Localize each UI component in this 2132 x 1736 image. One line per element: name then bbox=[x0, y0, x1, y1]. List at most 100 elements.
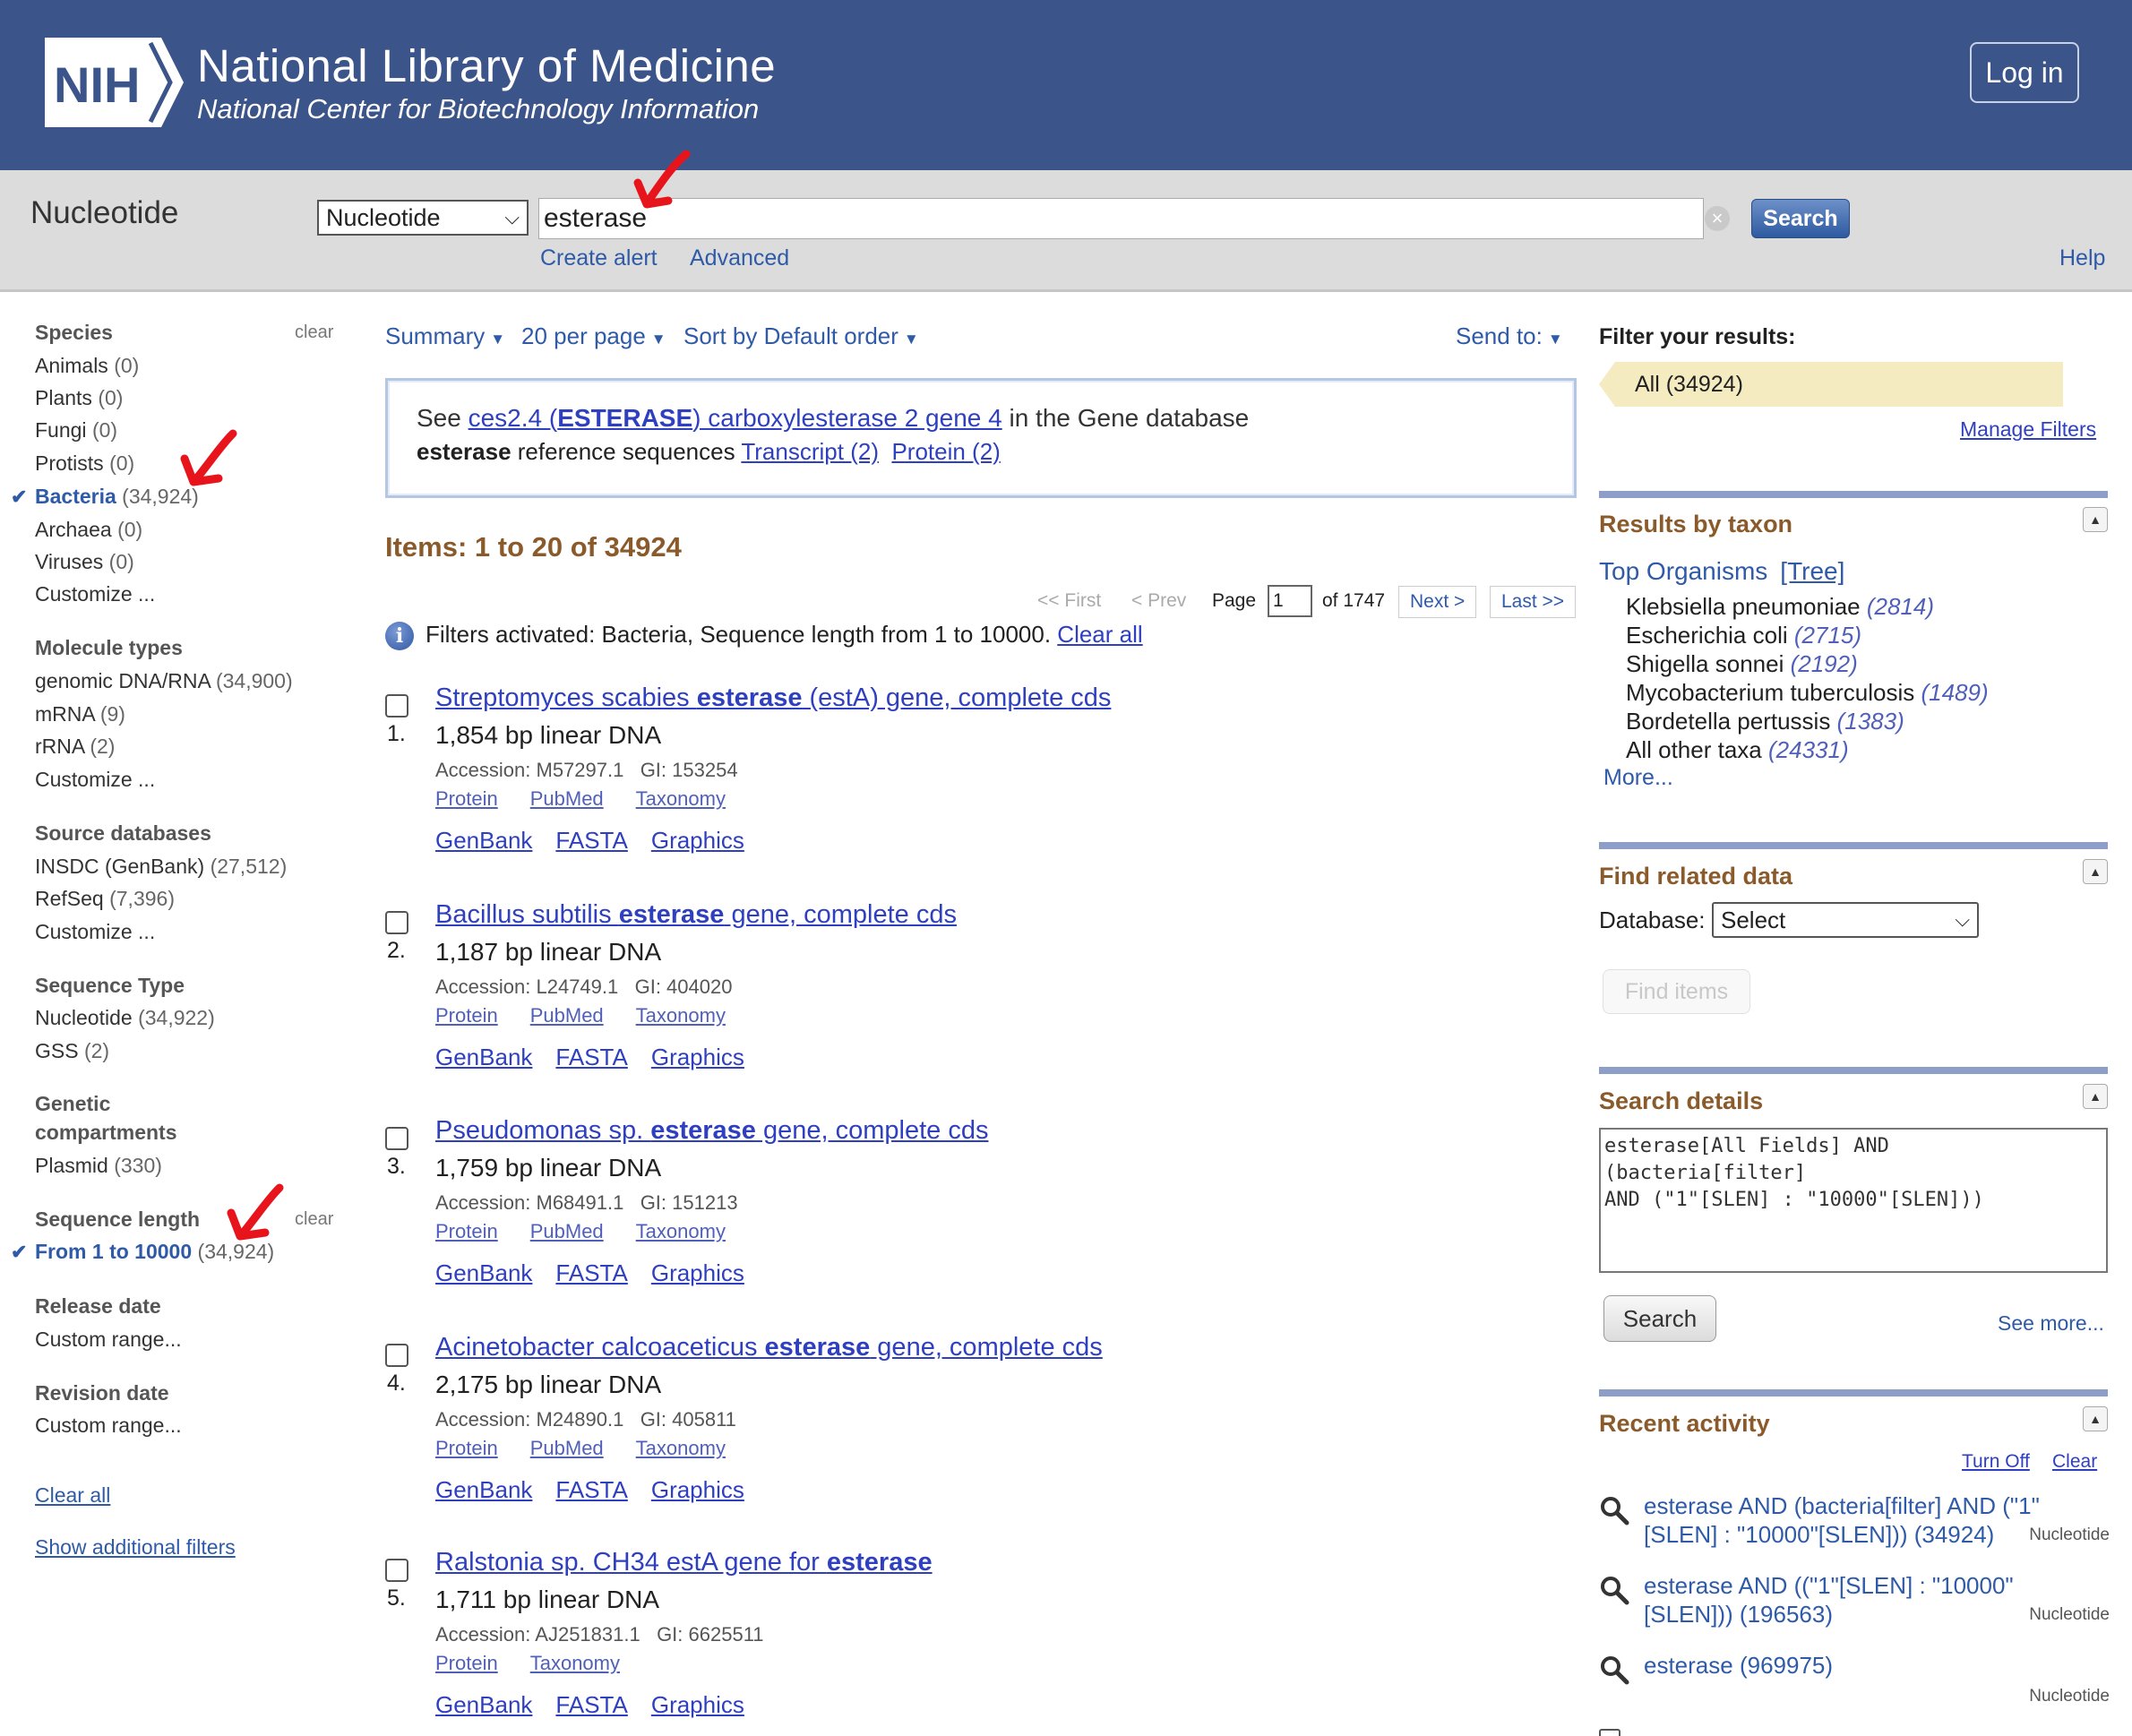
result-title-link[interactable]: Streptomyces scabies esterase (estA) gen… bbox=[435, 683, 1111, 713]
genbank-link[interactable]: GenBank bbox=[435, 1691, 532, 1718]
protein-link[interactable]: Protein bbox=[435, 787, 498, 810]
result-checkbox[interactable] bbox=[385, 911, 408, 934]
recent-activity-text[interactable]: esterase (969975) bbox=[1644, 1651, 2065, 1680]
recent-activity-item[interactable]: esterase AND (bacteria[filter] AND ("1"[… bbox=[1599, 1491, 2110, 1563]
login-button[interactable]: Log in bbox=[1970, 42, 2079, 103]
taxonomy-link[interactable]: Taxonomy bbox=[530, 1652, 620, 1674]
per-page-dropdown[interactable]: 20 per page ▼ bbox=[521, 322, 666, 350]
revision-date-custom[interactable]: Custom range... bbox=[35, 1414, 182, 1438]
species-customize[interactable]: Customize ... bbox=[35, 582, 155, 606]
species-archaea[interactable]: Archaea (0) bbox=[35, 518, 142, 542]
create-alert-link[interactable]: Create alert bbox=[540, 245, 658, 271]
genbank-link[interactable]: GenBank bbox=[435, 1044, 532, 1070]
pubmed-link[interactable]: PubMed bbox=[530, 1220, 604, 1242]
species-viruses[interactable]: Viruses (0) bbox=[35, 550, 134, 574]
turn-off-link[interactable]: Turn Off bbox=[1962, 1451, 2030, 1473]
taxonomy-link[interactable]: Taxonomy bbox=[636, 1220, 726, 1242]
taxonomy-link[interactable]: Taxonomy bbox=[636, 1004, 726, 1027]
result-title-link[interactable]: Bacillus subtilis esterase gene, complet… bbox=[435, 900, 957, 930]
clear-search-icon[interactable]: × bbox=[1705, 206, 1730, 231]
nih-logo[interactable]: NIH bbox=[45, 38, 184, 127]
molecule-genomic[interactable]: genomic DNA/RNA (34,900) bbox=[35, 669, 293, 693]
search-details-button[interactable]: Search bbox=[1603, 1295, 1716, 1342]
fasta-link[interactable]: FASTA bbox=[555, 1044, 627, 1070]
search-button[interactable]: Search bbox=[1751, 199, 1850, 238]
genbank-link[interactable]: GenBank bbox=[435, 1259, 532, 1286]
pubmed-link[interactable]: PubMed bbox=[530, 1004, 604, 1027]
page-number-input[interactable]: 1 bbox=[1268, 585, 1312, 617]
source-insdc[interactable]: INSDC (GenBank) (27,512) bbox=[35, 855, 287, 879]
molecule-mrna[interactable]: mRNA (9) bbox=[35, 702, 125, 726]
species-fungi[interactable]: Fungi (0) bbox=[35, 418, 117, 443]
collapse-icon[interactable]: ▲ bbox=[2083, 507, 2108, 532]
advanced-search-link[interactable]: Advanced bbox=[690, 245, 789, 271]
species-animals[interactable]: Animals (0) bbox=[35, 354, 139, 378]
collapse-icon[interactable]: ▲ bbox=[2083, 859, 2108, 884]
pubmed-link[interactable]: PubMed bbox=[530, 787, 604, 810]
format-summary-dropdown[interactable]: Summary ▼ bbox=[385, 322, 505, 350]
top-organisms-link[interactable]: Top Organisms bbox=[1599, 557, 1767, 585]
tree-link[interactable]: [Tree] bbox=[1780, 557, 1844, 585]
organism-item[interactable]: Bordetella pertussis (1383) bbox=[1626, 708, 1904, 735]
database-select[interactable]: Nucleotide ⌵ bbox=[317, 200, 529, 236]
species-bacteria-selected[interactable]: Bacteria (34,924) bbox=[35, 485, 199, 509]
collapse-icon[interactable]: ▲ bbox=[2083, 1406, 2108, 1431]
fasta-link[interactable]: FASTA bbox=[555, 1691, 627, 1718]
graphics-link[interactable]: Graphics bbox=[651, 827, 744, 854]
protein-link[interactable]: Protein bbox=[435, 1220, 498, 1242]
collapse-icon[interactable]: ▲ bbox=[2083, 1084, 2108, 1109]
graphics-link[interactable]: Graphics bbox=[651, 1259, 744, 1286]
find-items-button[interactable]: Find items bbox=[1603, 969, 1750, 1014]
graphics-link[interactable]: Graphics bbox=[651, 1476, 744, 1503]
result-title-link[interactable]: Pseudomonas sp. esterase gene, complete … bbox=[435, 1116, 988, 1146]
organism-item[interactable]: Klebsiella pneumoniae (2814) bbox=[1626, 593, 1934, 621]
result-checkbox[interactable] bbox=[385, 1344, 408, 1367]
filter-tab-all[interactable]: All (34924) bbox=[1599, 362, 2063, 407]
last-page-button[interactable]: Last >> bbox=[1490, 586, 1577, 618]
search-details-textarea[interactable]: esterase[All Fields] AND (bacteria[filte… bbox=[1599, 1128, 2108, 1273]
genbank-link[interactable]: GenBank bbox=[435, 827, 532, 854]
taxonomy-link[interactable]: Taxonomy bbox=[636, 787, 726, 810]
source-refseq[interactable]: RefSeq (7,396) bbox=[35, 887, 175, 911]
protein-link[interactable]: Protein bbox=[435, 1652, 498, 1674]
seqtype-nucleotide[interactable]: Nucleotide (34,922) bbox=[35, 1006, 215, 1030]
recent-activity-item[interactable]: esterase (969975) Nucleotide bbox=[1599, 1651, 2110, 1706]
molecule-rrna[interactable]: rRNA (2) bbox=[35, 735, 115, 759]
graphics-link[interactable]: Graphics bbox=[651, 1044, 744, 1070]
site-title[interactable]: National Library of Medicine bbox=[197, 39, 776, 92]
result-title-link[interactable]: Acinetobacter calcoaceticus esterase gen… bbox=[435, 1333, 1103, 1362]
first-page-link[interactable]: << First bbox=[1037, 584, 1101, 618]
protein-link[interactable]: Protein bbox=[435, 1004, 498, 1027]
release-date-custom[interactable]: Custom range... bbox=[35, 1328, 182, 1352]
fasta-link[interactable]: FASTA bbox=[555, 1476, 627, 1503]
recent-activity-item[interactable]: esterase AND (("1"[SLEN] : "10000"[SLEN]… bbox=[1599, 1571, 2110, 1643]
fasta-link[interactable]: FASTA bbox=[555, 827, 627, 854]
result-checkbox[interactable] bbox=[385, 1559, 408, 1582]
search-input[interactable]: esterase bbox=[538, 198, 1704, 239]
organism-item[interactable]: All other taxa (24331) bbox=[1626, 736, 1849, 764]
source-customize[interactable]: Customize ... bbox=[35, 920, 155, 944]
genbank-link[interactable]: GenBank bbox=[435, 1476, 532, 1503]
transcript-link[interactable]: Transcript (2) bbox=[741, 438, 879, 465]
recent-activity-text[interactable]: esterase AND (bacteria[filter] AND ("1"[… bbox=[1644, 1491, 2065, 1549]
prev-page-link[interactable]: < Prev bbox=[1131, 584, 1186, 618]
send-to-dropdown[interactable]: Send to: ▼ bbox=[1456, 322, 1563, 350]
result-title-link[interactable]: Ralstonia sp. CH34 estA gene for esteras… bbox=[435, 1548, 933, 1577]
show-additional-filters-link[interactable]: Show additional filters bbox=[35, 1535, 236, 1560]
protein-link[interactable]: Protein (2) bbox=[891, 438, 1000, 465]
molecule-customize[interactable]: Customize ... bbox=[35, 768, 155, 792]
seqtype-gss[interactable]: GSS (2) bbox=[35, 1039, 109, 1063]
result-checkbox[interactable] bbox=[385, 694, 408, 718]
see-more-link[interactable]: See more... bbox=[1998, 1311, 2104, 1336]
result-checkbox[interactable] bbox=[385, 1127, 408, 1150]
organism-item[interactable]: Mycobacterium tuberculosis (1489) bbox=[1626, 679, 1989, 707]
fasta-link[interactable]: FASTA bbox=[555, 1259, 627, 1286]
compartment-plasmid[interactable]: Plasmid (330) bbox=[35, 1154, 162, 1178]
sort-dropdown[interactable]: Sort by Default order ▼ bbox=[683, 322, 919, 350]
more-organisms-link[interactable]: More... bbox=[1603, 765, 1673, 791]
help-link[interactable]: Help bbox=[2059, 245, 2105, 271]
sequence-length-clear-link[interactable]: clear bbox=[295, 1209, 333, 1230]
gene-link[interactable]: ces2.4 (ESTERASE) carboxylesterase 2 gen… bbox=[469, 404, 1002, 432]
taxonomy-link[interactable]: Taxonomy bbox=[636, 1437, 726, 1459]
clear-all-filters-link[interactable]: Clear all bbox=[35, 1483, 110, 1508]
